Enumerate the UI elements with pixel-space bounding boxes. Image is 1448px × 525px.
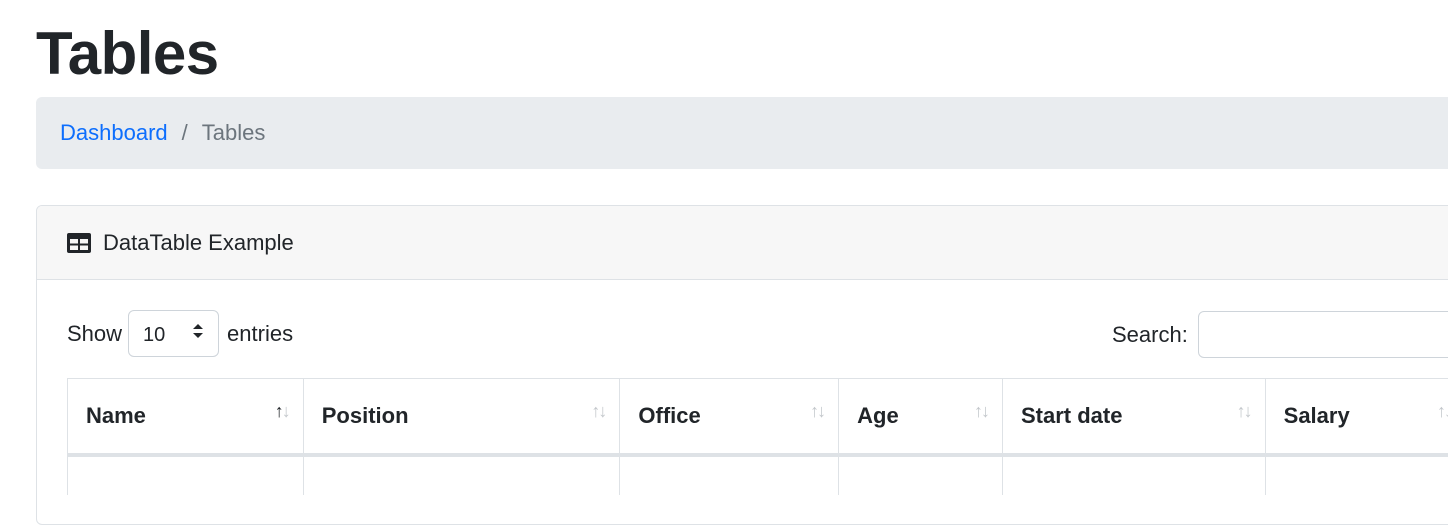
breadcrumb-separator: / [182,120,188,146]
column-header-office[interactable]: Office ↑↓ [620,379,839,455]
sort-icon: ↑↓ [974,401,988,422]
sort-icon: ↑↓ [591,401,605,422]
page-title: Tables [36,18,219,90]
table-header-row: Name ↑↓ Position ↑↓ Office ↑↓ Age ↑↓ Sta… [68,379,1448,455]
card-header: DataTable Example [37,206,1448,280]
show-label: Show [67,321,122,347]
column-header-start-date[interactable]: Start date ↑↓ [1002,379,1265,455]
table-cell [303,455,620,495]
entries-label: entries [227,321,293,347]
table-cell [839,455,1003,495]
sort-icon: ↑↓ [275,401,289,422]
breadcrumb-link-dashboard[interactable]: Dashboard [60,120,168,146]
select-caret-icon [192,322,204,346]
table-cell [1002,455,1265,495]
table-cell [1265,455,1448,495]
column-header-name[interactable]: Name ↑↓ [68,379,304,455]
sort-icon: ↑↓ [810,401,824,422]
entries-select[interactable]: 10 [128,310,219,357]
datatable-card: DataTable Example Show 10 entries Search… [36,205,1448,525]
data-table: Name ↑↓ Position ↑↓ Office ↑↓ Age ↑↓ Sta… [67,378,1448,495]
search-label: Search: [1112,322,1188,348]
search-control: Search: [1112,311,1448,358]
breadcrumb: Dashboard / Tables [36,97,1448,169]
sort-icon: ↑↓ [1237,401,1251,422]
table-cell [68,455,304,495]
column-header-position[interactable]: Position ↑↓ [303,379,620,455]
search-input[interactable] [1198,311,1448,358]
entries-select-value: 10 [143,320,165,347]
sort-icon: ↑↓ [1437,401,1448,422]
column-header-salary[interactable]: Salary ↑↓ [1265,379,1448,455]
table-row [68,455,1448,495]
length-control: Show 10 entries [67,310,293,357]
table-icon [67,233,91,253]
breadcrumb-current: Tables [202,120,266,146]
card-title: DataTable Example [103,230,294,256]
table-cell [620,455,839,495]
column-header-age[interactable]: Age ↑↓ [839,379,1003,455]
